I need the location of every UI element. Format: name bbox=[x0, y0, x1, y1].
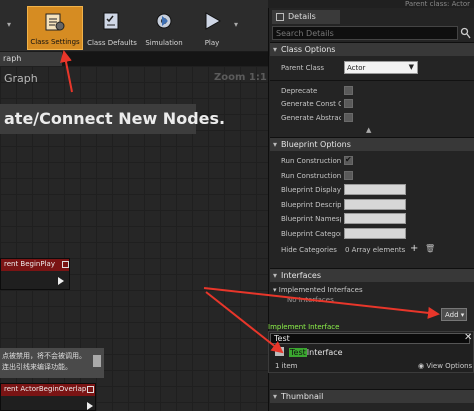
node-delegate-icon bbox=[87, 386, 94, 393]
add-button-label: Add bbox=[445, 311, 459, 319]
search-match-highlight: Test bbox=[289, 348, 307, 357]
run-construction-script-label: Run Construction Sc bbox=[281, 157, 341, 165]
item-count: 1 item bbox=[275, 362, 298, 370]
implemented-interfaces-text: Implemented Interfaces bbox=[278, 286, 363, 294]
run-construction-script-checkbox[interactable] bbox=[344, 155, 353, 165]
view-options-button[interactable]: ◉ View Options bbox=[418, 362, 472, 370]
implemented-interfaces-label[interactable]: ▾ Implemented Interfaces bbox=[273, 286, 363, 294]
class-defaults-button[interactable]: Class Defaults bbox=[85, 6, 139, 50]
details-icon bbox=[276, 13, 284, 21]
collapse-arrow-icon: ▾ bbox=[273, 392, 278, 401]
play-label: Play bbox=[204, 39, 220, 47]
run-construction-script-2-label: Run Construction Sc bbox=[281, 172, 341, 180]
exec-pin-icon[interactable] bbox=[87, 402, 93, 410]
comment-scroll-icon bbox=[93, 355, 101, 367]
blueprint-display-name-label: Blueprint Display N bbox=[281, 186, 341, 194]
blueprint-description-input[interactable] bbox=[344, 199, 406, 210]
divider bbox=[270, 80, 474, 81]
parent-class-value: Actor bbox=[347, 64, 366, 72]
no-interfaces-text: No Interfaces bbox=[287, 296, 334, 304]
play-options-dropdown-icon[interactable]: ▾ bbox=[234, 20, 238, 29]
blueprint-namespace-input[interactable] bbox=[344, 213, 406, 224]
simulation-label: Simulation bbox=[145, 39, 183, 47]
details-search-input[interactable]: Search Details bbox=[272, 26, 458, 40]
simulation-gear-icon bbox=[156, 13, 172, 29]
simulation-button[interactable]: Simulation bbox=[144, 6, 184, 50]
blueprint-category-input[interactable] bbox=[344, 228, 406, 239]
deprecate-label: Deprecate bbox=[281, 87, 318, 95]
node-title: rent ActorBeginOverlap bbox=[1, 384, 95, 396]
category-label: Blueprint Options bbox=[281, 140, 351, 149]
generate-const-class-label: Generate Const Cla bbox=[281, 100, 341, 108]
interface-search-input[interactable]: Test bbox=[270, 333, 470, 344]
deprecate-checkbox[interactable] bbox=[344, 86, 353, 95]
thumbnail-header[interactable]: ▾ Thumbnail bbox=[270, 389, 474, 403]
search-icon[interactable] bbox=[460, 27, 471, 39]
event-begin-play-node[interactable]: rent BeginPlay bbox=[0, 258, 70, 290]
generate-const-class-checkbox[interactable] bbox=[344, 99, 353, 108]
comment-line: 连出引线来编译功能。 bbox=[2, 363, 72, 371]
add-element-icon[interactable]: + bbox=[410, 243, 418, 254]
interface-name-rest: Interface bbox=[306, 348, 343, 357]
run-construction-script-2-checkbox[interactable] bbox=[344, 171, 353, 180]
graph-hint-banner: ate/Connect New Nodes. bbox=[0, 104, 225, 134]
zoom-readout: Zoom 1:1 bbox=[214, 72, 267, 83]
collapse-arrow-icon: ▾ bbox=[273, 45, 278, 54]
interface-icon bbox=[275, 347, 284, 356]
blueprint-category-label: Blueprint Category bbox=[281, 230, 341, 238]
details-tab-label: Details bbox=[288, 12, 316, 21]
graph-title: Graph bbox=[4, 72, 38, 85]
add-interface-button[interactable]: Add ▾ bbox=[441, 308, 467, 321]
exec-pin-icon[interactable] bbox=[58, 277, 64, 285]
class-options-header[interactable]: ▾ Class Options bbox=[270, 42, 474, 56]
trash-icon[interactable]: 🗑 bbox=[425, 244, 435, 253]
implement-interface-title: Implement Interface bbox=[268, 323, 340, 331]
view-options-label: View Options bbox=[426, 362, 473, 370]
close-icon[interactable]: ✕ bbox=[464, 333, 472, 343]
details-tab[interactable]: Details bbox=[272, 10, 340, 24]
category-label: Class Options bbox=[281, 45, 336, 54]
chevron-down-icon: ▾ bbox=[460, 311, 465, 319]
class-defaults-icon bbox=[103, 12, 119, 30]
blueprint-options-header[interactable]: ▾ Blueprint Options bbox=[270, 137, 474, 151]
class-defaults-label: Class Defaults bbox=[87, 39, 137, 47]
hide-categories-label: Hide Categories bbox=[281, 246, 337, 254]
collapse-arrow-icon: ▾ bbox=[273, 140, 278, 149]
collapse-arrow-icon: ▾ bbox=[273, 271, 278, 280]
class-settings-icon bbox=[45, 13, 65, 31]
graph-tab[interactable]: raph bbox=[0, 52, 62, 66]
category-label: Thumbnail bbox=[281, 392, 324, 401]
play-icon bbox=[205, 12, 222, 30]
parent-class-label: Parent Class bbox=[281, 64, 325, 72]
generate-abstract-label: Generate Abstract C bbox=[281, 114, 341, 122]
class-settings-button[interactable]: Class Settings bbox=[27, 6, 83, 50]
parent-class-dropdown[interactable]: Actor ▼ bbox=[344, 61, 418, 74]
blueprint-display-name-input[interactable] bbox=[344, 184, 406, 195]
play-button[interactable]: Play bbox=[194, 6, 230, 50]
interfaces-header[interactable]: ▾ Interfaces bbox=[270, 268, 474, 282]
comment-line: 点被禁用，将不会被调用。 bbox=[2, 352, 86, 360]
blueprint-namespace-label: Blueprint Namespac bbox=[281, 215, 341, 223]
event-actor-begin-overlap-node[interactable]: rent ActorBeginOverlap bbox=[0, 383, 96, 411]
class-settings-label: Class Settings bbox=[30, 38, 80, 46]
toolbar-dropdown-arrow-icon[interactable]: ▾ bbox=[7, 20, 11, 29]
category-label: Interfaces bbox=[281, 271, 321, 280]
advanced-expand-icon[interactable]: ▲ bbox=[366, 126, 371, 134]
node-title: rent BeginPlay bbox=[1, 259, 69, 271]
hide-categories-count: 0 Array elements bbox=[345, 246, 406, 254]
parent-class-header: Parent class: Actor bbox=[268, 0, 474, 8]
main-toolbar: Class Settings Class Defaults Simulation… bbox=[0, 0, 268, 52]
node-delegate-icon bbox=[62, 261, 69, 268]
chevron-down-icon: ▼ bbox=[408, 63, 414, 71]
blueprint-description-label: Blueprint Descriptic bbox=[281, 201, 341, 209]
interface-list-item[interactable]: TestInterface bbox=[275, 347, 470, 359]
generate-abstract-checkbox[interactable] bbox=[344, 113, 353, 122]
disabled-node-comment: 点被禁用，将不会被调用。 连出引线来编译功能。 bbox=[0, 348, 104, 378]
